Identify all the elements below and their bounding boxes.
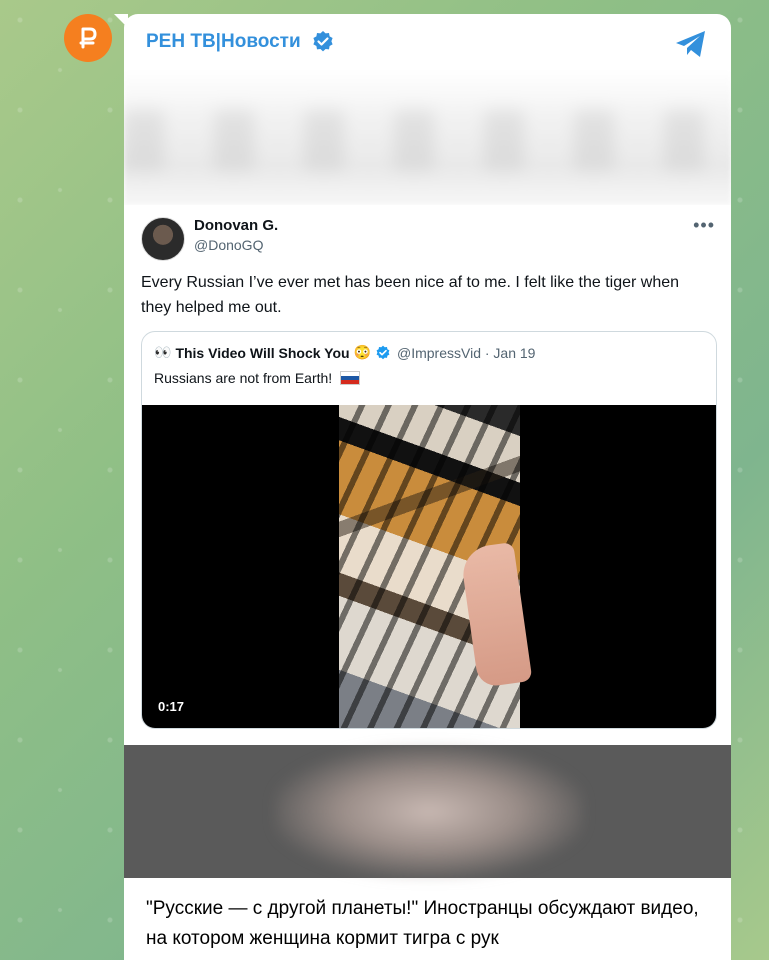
tweet-author-handle: @DonoGQ — [194, 237, 264, 253]
tweet-author-name: Donovan G. — [194, 217, 279, 234]
flushed-emoji: 😳 — [353, 344, 371, 360]
video-duration: 0:17 — [158, 699, 185, 714]
blurred-image-bottom — [124, 745, 731, 878]
russia-flag-icon — [340, 371, 361, 385]
quoted-tweet: 👀 This Video Will Shock You 😳 @ImpressVi… — [141, 331, 717, 729]
channel-post: РЕН ТВ|Новости Donovan G. @DonoGQ ••• Ev… — [124, 14, 731, 960]
post-caption: "Русские — с другой планеты!" Иностранцы… — [146, 898, 699, 949]
tweet-screenshot[interactable]: Donovan G. @DonoGQ ••• Every Russian I’v… — [124, 205, 731, 745]
post-header: РЕН ТВ|Новости — [124, 14, 731, 70]
channel-avatar[interactable] — [64, 14, 112, 62]
quoted-tweet-header: 👀 This Video Will Shock You 😳 @ImpressVi… — [154, 344, 535, 361]
quoted-handle-date: @ImpressVid · Jan 19 — [397, 344, 536, 361]
quoted-tweet-text: Russians are not from Earth! — [154, 370, 333, 386]
tweet-text: Every Russian I’ve ever met has been nic… — [141, 274, 680, 316]
video-player[interactable]: 0:17 — [142, 405, 716, 728]
verified-badge-icon — [311, 30, 335, 54]
more-options-icon: ••• — [693, 215, 715, 235]
tweet-author-avatar — [141, 217, 185, 261]
blurred-image-top — [124, 70, 731, 205]
ren-tv-logo-icon — [79, 27, 97, 49]
eyes-emoji: 👀 — [154, 344, 172, 360]
channel-name[interactable]: РЕН ТВ|Новости — [146, 31, 301, 53]
blurred-image-highlight — [274, 745, 584, 878]
quoted-author-name: This Video Will Shock You — [175, 344, 350, 361]
twitter-verified-icon — [375, 345, 391, 361]
quoted-tweet-text-row: Russians are not from Earth! — [154, 370, 361, 386]
telegram-share-icon[interactable] — [673, 26, 709, 62]
